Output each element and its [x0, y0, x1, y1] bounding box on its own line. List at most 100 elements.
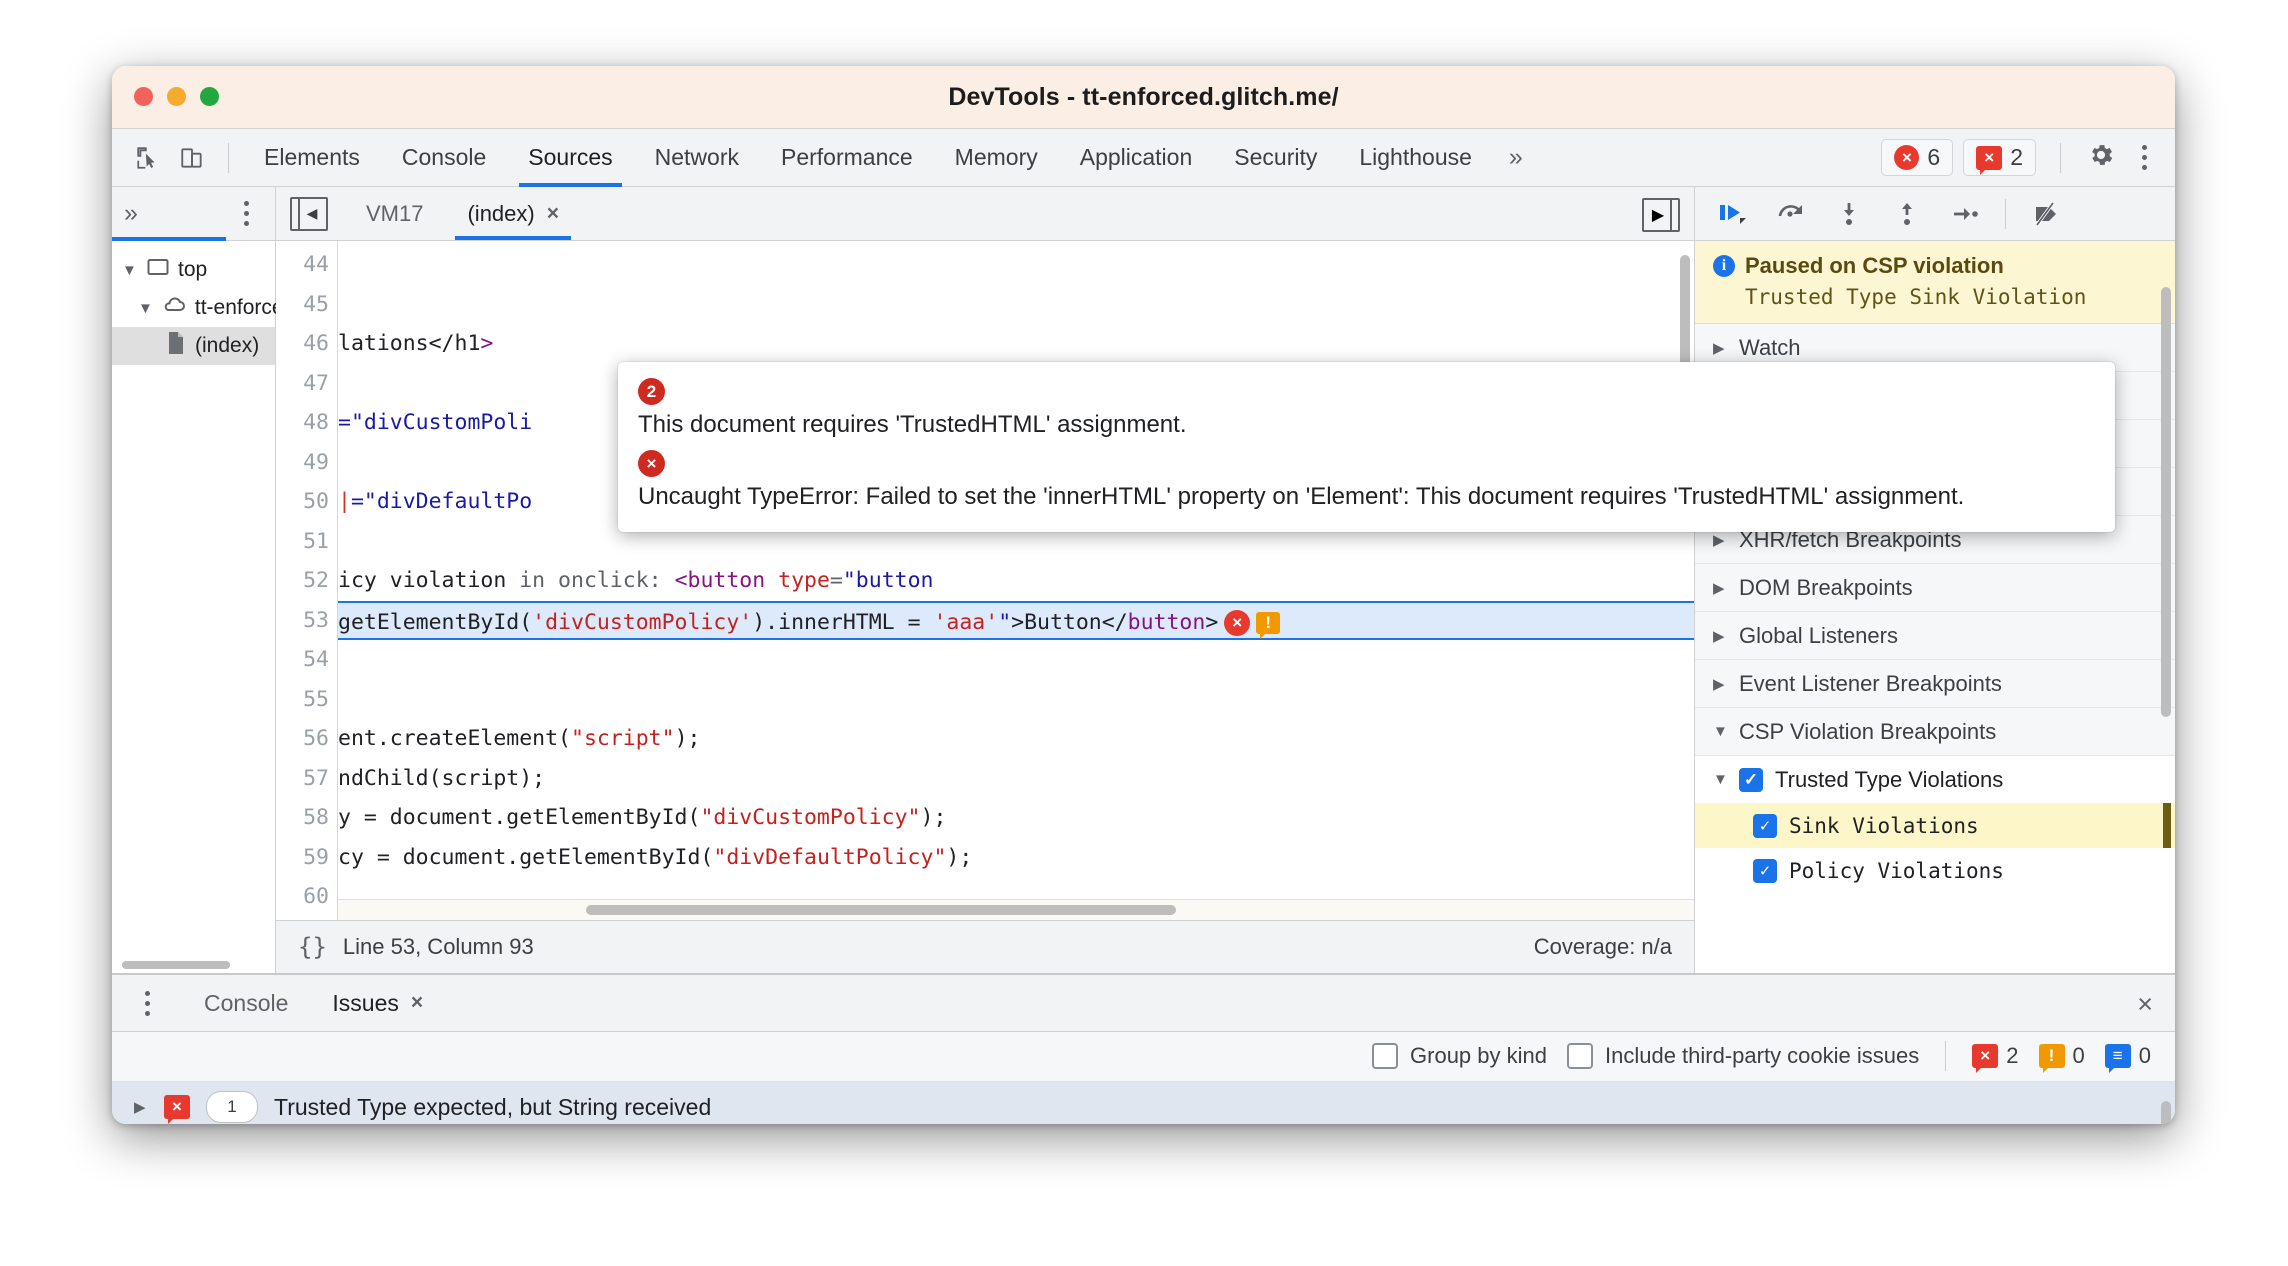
group-by-kind-label: Group by kind	[1410, 1043, 1547, 1069]
section-dom-breakpoints[interactable]: ▶ DOM Breakpoints	[1695, 564, 2175, 612]
line-number: 61	[276, 917, 329, 921]
drawer-tab-issues[interactable]: Issues ×	[310, 975, 445, 1031]
pretty-print-icon[interactable]: {}	[298, 933, 327, 961]
section-event-listener-breakpoints[interactable]: ▶ Event Listener Breakpoints	[1695, 660, 2175, 708]
sink-violations-label: Sink Violations	[1789, 813, 1979, 838]
maximize-window-button[interactable]	[200, 87, 219, 106]
code-lines[interactable]: lations</h1> ="divCustomPoli |="divDefau…	[338, 241, 1694, 920]
drawer-close-icon[interactable]: ×	[2137, 989, 2153, 1020]
section-label: DOM Breakpoints	[1739, 574, 1913, 600]
code-editor[interactable]: 44 45 46 47 48 49 50 51 52 53 54 55 56 5…	[276, 241, 1694, 920]
chevron-down-icon: ▼	[1713, 723, 1728, 740]
sink-violations-checkbox[interactable]: ✓	[1753, 813, 1777, 838]
navigator-overflow-chevron-icon[interactable]: »	[124, 199, 138, 228]
editor-statusbar: {} Line 53, Column 93 Coverage: n/a	[276, 920, 1694, 973]
window-title: DevTools - tt-enforced.glitch.me/	[948, 82, 1339, 111]
tree-item-label: top	[178, 258, 208, 281]
cloud-icon	[162, 296, 186, 320]
sink-violations-row[interactable]: ✓ Sink Violations	[1695, 803, 2175, 848]
tab-console[interactable]: Console	[381, 129, 507, 187]
paused-title-row: i Paused on CSP violation	[1713, 253, 2157, 279]
debugger-toolbar-divider	[2005, 198, 2006, 229]
navigator-kebab-menu-icon[interactable]	[229, 201, 263, 226]
close-icon[interactable]: ×	[547, 202, 559, 226]
editor-horizontal-scrollbar[interactable]	[586, 905, 1176, 915]
trusted-type-violations-group[interactable]: ▼ ✓ Trusted Type Violations	[1695, 756, 2175, 803]
checkbox-box[interactable]	[1566, 1043, 1593, 1070]
window-titlebar: DevTools - tt-enforced.glitch.me/	[112, 66, 2175, 129]
tab-security[interactable]: Security	[1213, 129, 1338, 187]
chevron-right-icon: ▶	[1713, 531, 1725, 549]
chevron-right-icon[interactable]: ▶	[134, 1098, 148, 1116]
deactivate-breakpoints-icon[interactable]	[2026, 195, 2066, 233]
resume-script-icon[interactable]	[1713, 195, 1753, 233]
minimize-window-button[interactable]	[167, 87, 186, 106]
tab-elements[interactable]: Elements	[243, 129, 381, 187]
step-icon[interactable]	[1945, 195, 1985, 233]
kebab-menu-icon[interactable]	[2127, 145, 2161, 170]
tooltip-entry: × Uncaught TypeError: Failed to set the …	[638, 450, 2095, 512]
step-over-icon[interactable]	[1771, 195, 1811, 233]
paused-title: Paused on CSP violation	[1745, 253, 2004, 278]
policy-violations-row[interactable]: ✓ Policy Violations	[1695, 848, 2175, 893]
include-third-party-cookie-issues-checkbox[interactable]: Include third-party cookie issues	[1566, 1043, 1919, 1070]
step-out-icon[interactable]	[1887, 195, 1927, 233]
tab-sources[interactable]: Sources	[507, 129, 633, 187]
issue-row[interactable]: ▶ × 1 Trusted Type expected, but String …	[112, 1081, 2175, 1124]
tooltip-entry: 2 This document requires 'TrustedHTML' a…	[638, 378, 2095, 440]
line-number: 53	[303, 607, 329, 633]
tab-memory[interactable]: Memory	[934, 129, 1059, 187]
tree-item-domain[interactable]: ▼ tt-enforce	[112, 289, 284, 327]
expand-sidebar-icon[interactable]: ▶	[1642, 198, 1680, 232]
traffic-lights[interactable]	[134, 87, 219, 106]
editor-tab-vm17[interactable]: VM17	[344, 187, 445, 240]
inspect-cursor-icon[interactable]	[126, 138, 170, 178]
line-number: 60	[303, 884, 329, 909]
step-into-icon[interactable]	[1829, 195, 1869, 233]
issues-warning-count[interactable]: ! 0	[2038, 1043, 2085, 1074]
line-number: 45	[303, 291, 329, 317]
policy-violations-checkbox[interactable]: ✓	[1753, 858, 1777, 883]
error-count-value: 2	[2006, 1043, 2019, 1069]
issue-count: 2	[2010, 144, 2023, 170]
tab-application[interactable]: Application	[1059, 129, 1214, 187]
drawer-tab-console[interactable]: Console	[182, 975, 310, 1031]
tree-item-top[interactable]: ▼ top	[112, 251, 275, 289]
drawer-panel: Console Issues × × Group by kind Include…	[112, 973, 2175, 1124]
line-number: 46	[303, 331, 329, 356]
close-window-button[interactable]	[134, 87, 153, 106]
issues-error-count[interactable]: × 2	[1972, 1043, 2019, 1074]
tab-lighthouse[interactable]: Lighthouse	[1338, 129, 1493, 187]
inline-warning-icon[interactable]: !	[1256, 611, 1281, 639]
line-number: 44	[303, 252, 329, 277]
navigator-tree: ▼ top ▼ tt-enforce (index)	[112, 241, 284, 365]
frame-icon	[147, 258, 169, 282]
issues-toolbar: Group by kind Include third-party cookie…	[112, 1032, 2175, 1082]
collapse-sidebar-icon[interactable]: ◀	[290, 196, 328, 231]
checkbox-box[interactable]	[1372, 1043, 1399, 1070]
editor-tabbar: ◀ VM17 (index) × ▶	[276, 187, 1694, 241]
tree-item-index[interactable]: (index)	[112, 327, 275, 365]
trusted-type-violations-checkbox[interactable]: ✓	[1739, 767, 1763, 792]
tab-network[interactable]: Network	[634, 129, 760, 187]
debugger-vertical-scrollbar[interactable]	[2161, 287, 2171, 717]
drawer-vertical-scrollbar[interactable]	[2161, 1101, 2171, 1124]
drawer-kebab-menu-icon[interactable]	[130, 990, 164, 1016]
tab-performance[interactable]: Performance	[760, 129, 934, 187]
more-tabs-chevron-icon[interactable]: »	[1493, 143, 1539, 172]
issues-count-button[interactable]: × 2	[1963, 139, 2036, 176]
editor-tab-index[interactable]: (index) ×	[445, 187, 581, 240]
device-toolbar-icon[interactable]	[170, 138, 214, 178]
group-by-kind-checkbox[interactable]: Group by kind	[1372, 1043, 1547, 1070]
close-icon[interactable]: ×	[411, 991, 423, 1015]
trusted-type-violations-label: Trusted Type Violations	[1775, 766, 2004, 792]
console-error-count-button[interactable]: × 6	[1881, 139, 1954, 176]
section-global-listeners[interactable]: ▶ Global Listeners	[1695, 612, 2175, 660]
section-csp-violation-breakpoints[interactable]: ▼ CSP Violation Breakpoints	[1695, 708, 2175, 756]
inline-error-icon[interactable]: ×	[1224, 609, 1251, 636]
gear-icon[interactable]	[2087, 141, 2115, 174]
navigator-hscrollbar[interactable]	[122, 961, 230, 969]
issues-info-count[interactable]: ≡ 0	[2104, 1043, 2151, 1074]
code-line: y = document.getElementById("divCustomPo…	[338, 805, 947, 830]
